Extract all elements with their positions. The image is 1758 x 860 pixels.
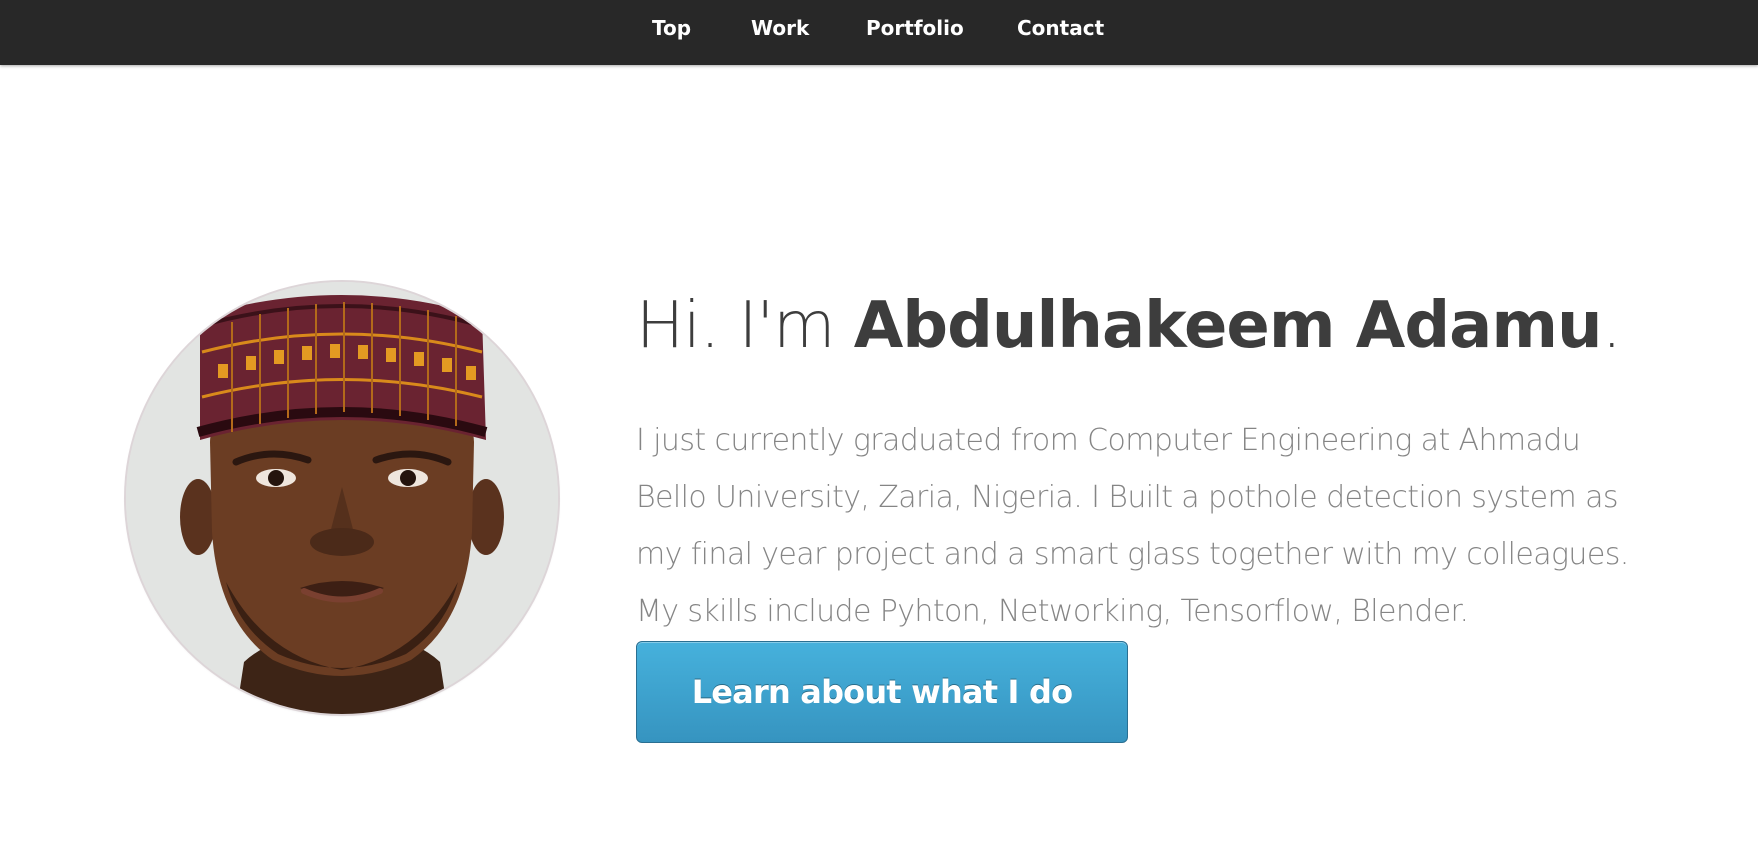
hero-name: Abdulhakeem Adamu [853,289,1603,363]
hero-bio: I just currently graduated from Computer… [636,423,1629,629]
nav-link-contact[interactable]: Contact [1017,14,1104,42]
top-navigation: Top Work Portfolio Contact [0,0,1758,65]
nav-link-top[interactable]: Top [652,14,691,42]
hero-heading: Hi. I'm Abdulhakeem Adamu. [636,282,1622,370]
profile-portrait-illustration [126,282,558,714]
profile-photo [126,282,558,714]
nav-link-portfolio[interactable]: Portfolio [866,14,964,42]
learn-more-button[interactable]: Learn about what I do [636,641,1128,743]
hero-period: . [1601,289,1622,363]
hero-greeting: Hi. I'm [636,289,854,363]
nav-link-work[interactable]: Work [751,14,809,42]
